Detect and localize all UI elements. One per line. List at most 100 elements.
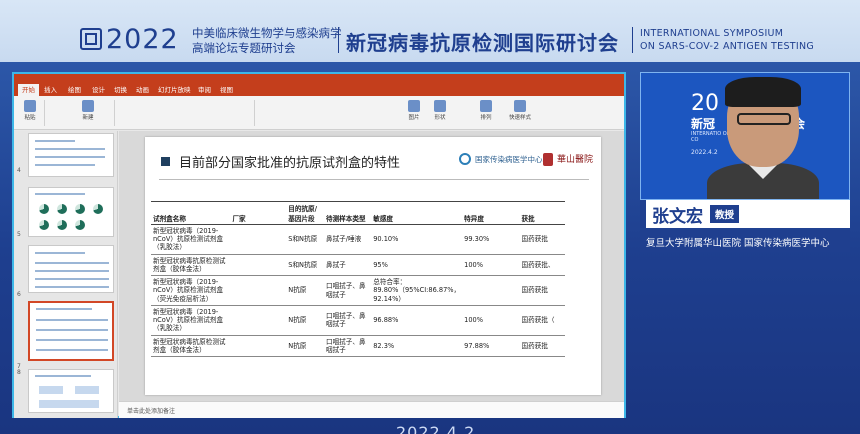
header-approval: 获批 [519, 201, 565, 225]
medical-center-logo-text: 国家传染病医学中心 [475, 155, 543, 164]
title-bullet-square [161, 157, 170, 166]
thumb-text-line [35, 375, 91, 377]
cell-target-antigen: N抗原 [286, 335, 324, 358]
tab-review[interactable]: 审阅 [198, 84, 211, 96]
thumb-diagram-box [39, 386, 63, 394]
banner-main-title: 新冠病毒抗原检测国际研讨会 [346, 31, 619, 55]
header-specificity: 特异度 [462, 201, 520, 225]
speaker-bg-title-part1: 新冠 [691, 117, 716, 131]
video-stage: 2022 中美临床微生物学与感染病学 高端论坛专题研讨会 新冠病毒抗原检测国际研… [0, 0, 860, 434]
quick-style-icon [514, 100, 526, 112]
cell-manufacturer [230, 224, 287, 255]
cell-specificity: 100% [462, 305, 520, 336]
cell-sensitivity: 82.3% [371, 335, 463, 358]
slide-thumbnail[interactable] [28, 187, 114, 237]
thumb-text-line [35, 164, 95, 166]
thumb-number: 5 [17, 231, 21, 238]
thumb-text-line [36, 308, 92, 310]
thumb-number: 6 [17, 291, 21, 298]
thumb-text-line [36, 339, 108, 341]
slide-thumbnail[interactable] [28, 369, 114, 413]
banner-en-line1: INTERNATIONAL SYMPOSIUM [640, 28, 784, 39]
thumb-text-line [35, 140, 75, 142]
cell-sample-type: 鼻拭子 [324, 254, 372, 277]
tab-draw[interactable]: 绘图 [68, 84, 81, 96]
cell-approval: 国药获批（ [519, 305, 565, 336]
speaker-name-accent [640, 200, 646, 228]
cell-specificity: 99.30% [462, 224, 520, 255]
paste-button[interactable]: 粘贴 [20, 100, 40, 121]
cell-kit-name: 新型冠状病毒（2019-nCoV）抗原检测试剂盒（乳胶法） [151, 224, 231, 255]
speaker-hair [725, 77, 801, 107]
cell-sample-type: 口咽拭子、鼻咽拭子 [324, 275, 372, 306]
cell-approval: 国药获批 [519, 224, 565, 255]
speaker-affiliation: 复旦大学附属华山医院 国家传染病医学中心 [646, 238, 830, 249]
table-row: 新型冠状病毒（2019-nCoV）抗原检测试剂盒（荧光免疫层析法） N抗原 口咽… [151, 275, 565, 306]
arrange-button[interactable]: 排列 [476, 100, 496, 121]
slide-divider [159, 179, 589, 180]
cell-sensitivity: 90.10% [371, 224, 463, 255]
slide-canvas: 目前部分国家批准的抗原试剂盒的特性 国家传染病医学中心 華山醫院 试剂盒名称 厂… [119, 131, 624, 401]
header-sample-type: 待测样本类型 [324, 201, 372, 225]
pie-chart-icon [39, 204, 49, 214]
quick-style-button[interactable]: 快速样式 [504, 100, 536, 121]
picture-button[interactable]: 图片 [404, 100, 424, 121]
slide-thumbnail[interactable] [28, 133, 114, 177]
speaker-glasses [737, 113, 791, 125]
shape-icon [434, 100, 446, 112]
cell-kit-name: 新型冠状病毒抗原检测试剂盒（胶体金法） [151, 335, 231, 358]
ribbon-separator [44, 100, 45, 126]
tab-animations[interactable]: 动画 [136, 84, 149, 96]
slide-thumbnail[interactable] [28, 245, 114, 293]
thumb-text-line [35, 193, 85, 195]
thumb-text-line [35, 270, 109, 272]
thumb-diagram-box [75, 386, 99, 394]
thumb-text-line [35, 156, 105, 158]
current-slide[interactable]: 目前部分国家批准的抗原试剂盒的特性 国家传染病医学中心 華山醫院 试剂盒名称 厂… [145, 137, 601, 395]
cell-manufacturer [230, 254, 287, 277]
cell-sample-type: 口咽拭子、鼻咽拭子 [324, 335, 372, 358]
thumb-text-line [35, 252, 85, 254]
pie-chart-icon [93, 204, 103, 214]
banner-year: 2022 [106, 24, 179, 55]
cell-specificity: 97.88% [462, 335, 520, 358]
tab-home[interactable]: 开始 [18, 84, 39, 96]
pie-chart-icon [39, 220, 49, 230]
thumb-text-line [35, 148, 105, 150]
cell-approval: 国药获批 [519, 335, 565, 358]
table-row: 新型冠状病毒抗原检测试剂盒（胶体金法） S和N抗原 鼻拭子 95% 100% 国… [151, 254, 565, 277]
tab-design[interactable]: 设计 [92, 84, 105, 96]
cell-approval: 国药获批、 [519, 254, 565, 277]
new-slide-button[interactable]: 新建 [78, 100, 98, 121]
ppt-titlebar [14, 74, 624, 84]
tab-slideshow[interactable]: 幻灯片放映 [158, 84, 191, 96]
table-header-row: 试剂盒名称 厂家 目的抗原/基因片段 待测样本类型 敏感度 特异度 获批 [151, 201, 565, 225]
ribbon-separator [114, 100, 115, 126]
cell-target-antigen: S和N抗原 [286, 224, 324, 255]
slide-title: 目前部分国家批准的抗原试剂盒的特性 [179, 156, 401, 171]
thumb-number: 8 [17, 369, 21, 376]
tab-view[interactable]: 视图 [220, 84, 233, 96]
cell-approval: 国药获批 [519, 275, 565, 306]
table-row: 新型冠状病毒抗原检测试剂盒（胶体金法） N抗原 口咽拭子、鼻咽拭子 82.3% … [151, 335, 565, 358]
speaker-name: 张文宏 [652, 207, 703, 227]
tab-transitions[interactable]: 切换 [114, 84, 127, 96]
cell-kit-name: 新型冠状病毒抗原检测试剂盒（胶体金法） [151, 254, 231, 277]
powerpoint-window: 开始 插入 绘图 设计 切换 动画 幻灯片放映 审阅 视图 共享 粘贴 新建 [12, 72, 626, 418]
pie-chart-icon [75, 204, 85, 214]
slide-thumbnail-selected[interactable] [28, 301, 114, 361]
table-row: 新型冠状病毒（2019-nCoV）抗原检测试剂盒（乳胶法） N抗原 口咽拭子、鼻… [151, 305, 565, 336]
banner-divider [338, 27, 339, 53]
tab-insert[interactable]: 插入 [44, 84, 57, 96]
medical-center-logo-icon [459, 153, 471, 165]
banner-org-line2: 高端论坛专题研讨会 [192, 41, 296, 55]
header-manufacturer: 厂家 [230, 201, 287, 225]
shape-button[interactable]: 形状 [430, 100, 450, 121]
thumb-text-line [35, 278, 109, 280]
banner-en-line2: ON SARS-COV-2 ANTIGEN TESTING [640, 41, 815, 52]
footer-date: 2022.4.2 [396, 423, 476, 434]
banner-divider [632, 27, 633, 53]
header-target-antigen: 目的抗原/基因片段 [286, 201, 324, 225]
arrange-icon [480, 100, 492, 112]
notes-pane[interactable]: 单击此处添加备注 [119, 401, 624, 418]
